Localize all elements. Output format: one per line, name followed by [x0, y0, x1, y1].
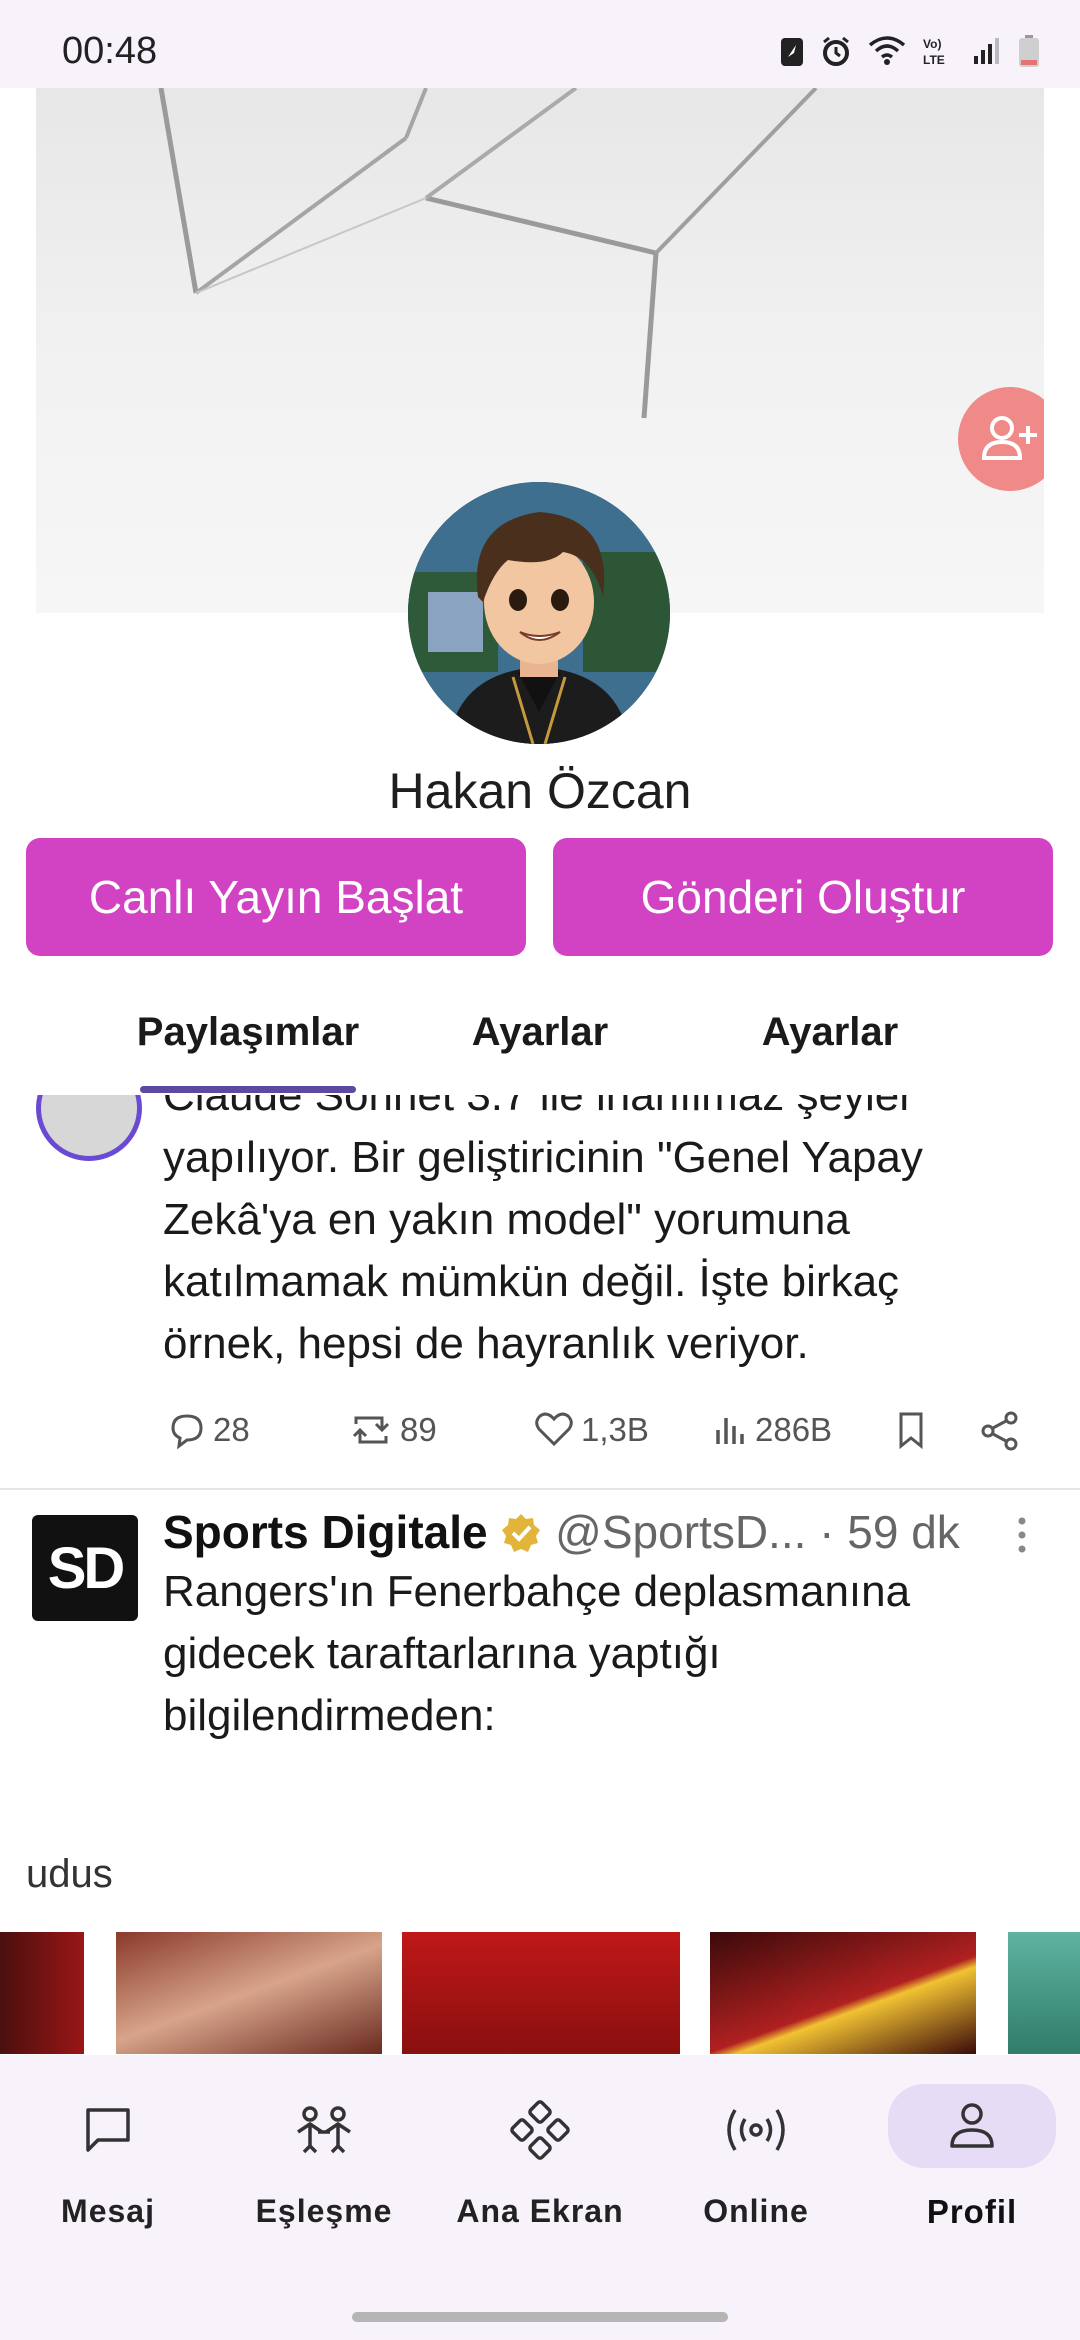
- author-avatar[interactable]: SD: [32, 1515, 138, 1621]
- nav-label: Online: [703, 2193, 809, 2229]
- tab-active-indicator: [140, 1086, 356, 1093]
- reply-icon: [171, 1414, 203, 1450]
- thumbnail[interactable]: [0, 1932, 84, 2054]
- video-thumbnails[interactable]: [0, 1932, 1080, 2054]
- post-text-line: Claude Sonnet 3.7 ile inanılmaz şeyler: [163, 1095, 914, 1120]
- thumbnail[interactable]: [402, 1932, 680, 2054]
- profile-tabs: Paylaşımlar Ayarlar Ayarlar: [0, 990, 1080, 1095]
- message-icon: [48, 2095, 168, 2165]
- reply-count: 28: [213, 1411, 250, 1448]
- status-icons: Vo) LTE: [780, 34, 1040, 73]
- repost-count: 89: [400, 1411, 437, 1448]
- post-text-line: katılmamak mümkün değil. İşte birkaç: [163, 1257, 900, 1306]
- bottom-navigation: Mesaj Eşleşme Ana Ekran Online Profil: [0, 2055, 1080, 2255]
- volte-icon: Vo) LTE: [922, 35, 956, 72]
- alarm-icon: [820, 35, 852, 72]
- like-button[interactable]: 1,3B: [533, 1410, 649, 1450]
- gesture-area: [0, 2255, 1080, 2340]
- svg-text:Vo): Vo): [923, 37, 941, 51]
- bookmark-icon: [899, 1412, 923, 1450]
- share-button[interactable]: [979, 1410, 1021, 1452]
- nav-label: Mesaj: [61, 2193, 155, 2229]
- match-icon: [264, 2095, 384, 2165]
- post-header: Sports Digitale @SportsD... · 59 dk: [163, 1505, 960, 1559]
- views-button[interactable]: 286B: [713, 1410, 832, 1450]
- views-chart-icon: [716, 1418, 744, 1444]
- nav-item-match[interactable]: Eşleşme: [216, 2055, 432, 2255]
- status-bar: 00:48 Vo) LTE: [0, 0, 1080, 88]
- nav-item-online[interactable]: Online: [648, 2055, 864, 2255]
- battery-icon: [1018, 34, 1040, 73]
- post-text-line: Zekâ'ya en yakın model" yorumuna: [163, 1195, 850, 1244]
- status-time: 00:48: [62, 30, 158, 72]
- post-text-line: örnek, hepsi de hayranlık veriyor.: [163, 1319, 809, 1368]
- tab-settings[interactable]: Ayarlar: [430, 1010, 650, 1055]
- nav-item-messages[interactable]: Mesaj: [0, 2055, 216, 2255]
- view-count: 286B: [755, 1411, 833, 1448]
- author-logo-text: SD: [47, 1535, 126, 1601]
- wifi-icon: [868, 35, 906, 72]
- author-name[interactable]: Sports Digitale: [163, 1506, 488, 1558]
- reply-button[interactable]: 28: [167, 1410, 250, 1450]
- post-time: · 59 dk: [819, 1506, 960, 1558]
- post-metrics: 28 89 1,3B 286B: [163, 1410, 1043, 1470]
- tab-posts[interactable]: Paylaşımlar: [120, 1010, 376, 1055]
- more-vertical-icon: [1018, 1517, 1026, 1553]
- post-divider: [0, 1488, 1080, 1490]
- section-label: udus: [26, 1852, 113, 1896]
- tab-settings-2[interactable]: Ayarlar: [720, 1010, 940, 1055]
- nav-label: Eşleşme: [255, 2193, 393, 2229]
- repost-icon: [352, 1416, 390, 1444]
- person-icon: [888, 2084, 1056, 2168]
- post-text-line: Rangers'ın Fenerbahçe deplasmanına: [163, 1567, 911, 1616]
- profile-name: Hakan Özcan: [388, 763, 692, 819]
- nav-item-profile[interactable]: Profil: [864, 2055, 1080, 2255]
- like-count: 1,3B: [581, 1411, 649, 1448]
- post-feed[interactable]: Claude Sonnet 3.7 ile inanılmaz şeyler y…: [0, 1095, 1080, 2055]
- nav-label: Profil: [926, 2193, 1018, 2230]
- broadcast-icon: [696, 2095, 816, 2165]
- home-grid-icon: [480, 2095, 600, 2165]
- nav-item-home[interactable]: Ana Ekran: [432, 2055, 648, 2255]
- repost-button[interactable]: 89: [348, 1410, 437, 1450]
- verified-badge-icon: [502, 1514, 541, 1552]
- post-text-line: bilgilendirmeden:: [163, 1691, 496, 1740]
- post-text-line: yapılıyor. Bir geliştiricinin "Genel Yap…: [163, 1133, 923, 1182]
- post-text-line: gidecek taraftarlarına yaptığı: [163, 1629, 721, 1678]
- nav-label: Ana Ekran: [456, 2193, 624, 2229]
- thumbnail[interactable]: [116, 1932, 382, 2054]
- thumbnail[interactable]: [710, 1932, 976, 2054]
- start-live-button[interactable]: Canlı Yayın Başlat: [26, 838, 526, 956]
- share-icon: [981, 1411, 1018, 1451]
- thumbnail[interactable]: [1008, 1932, 1080, 2054]
- heart-icon: [535, 1412, 573, 1447]
- post-avatar[interactable]: [36, 1095, 142, 1161]
- signal-icon: [972, 36, 1002, 71]
- post-more-button[interactable]: [1016, 1515, 1028, 1565]
- author-handle[interactable]: @SportsD...: [555, 1506, 806, 1558]
- bookmark-button[interactable]: [893, 1410, 929, 1450]
- battery-saver-icon: [780, 35, 804, 72]
- home-indicator[interactable]: [352, 2312, 728, 2322]
- svg-text:LTE: LTE: [923, 53, 945, 67]
- person-add-icon: [981, 416, 1037, 460]
- avatar[interactable]: [408, 482, 670, 744]
- create-post-button[interactable]: Gönderi Oluştur: [553, 838, 1053, 956]
